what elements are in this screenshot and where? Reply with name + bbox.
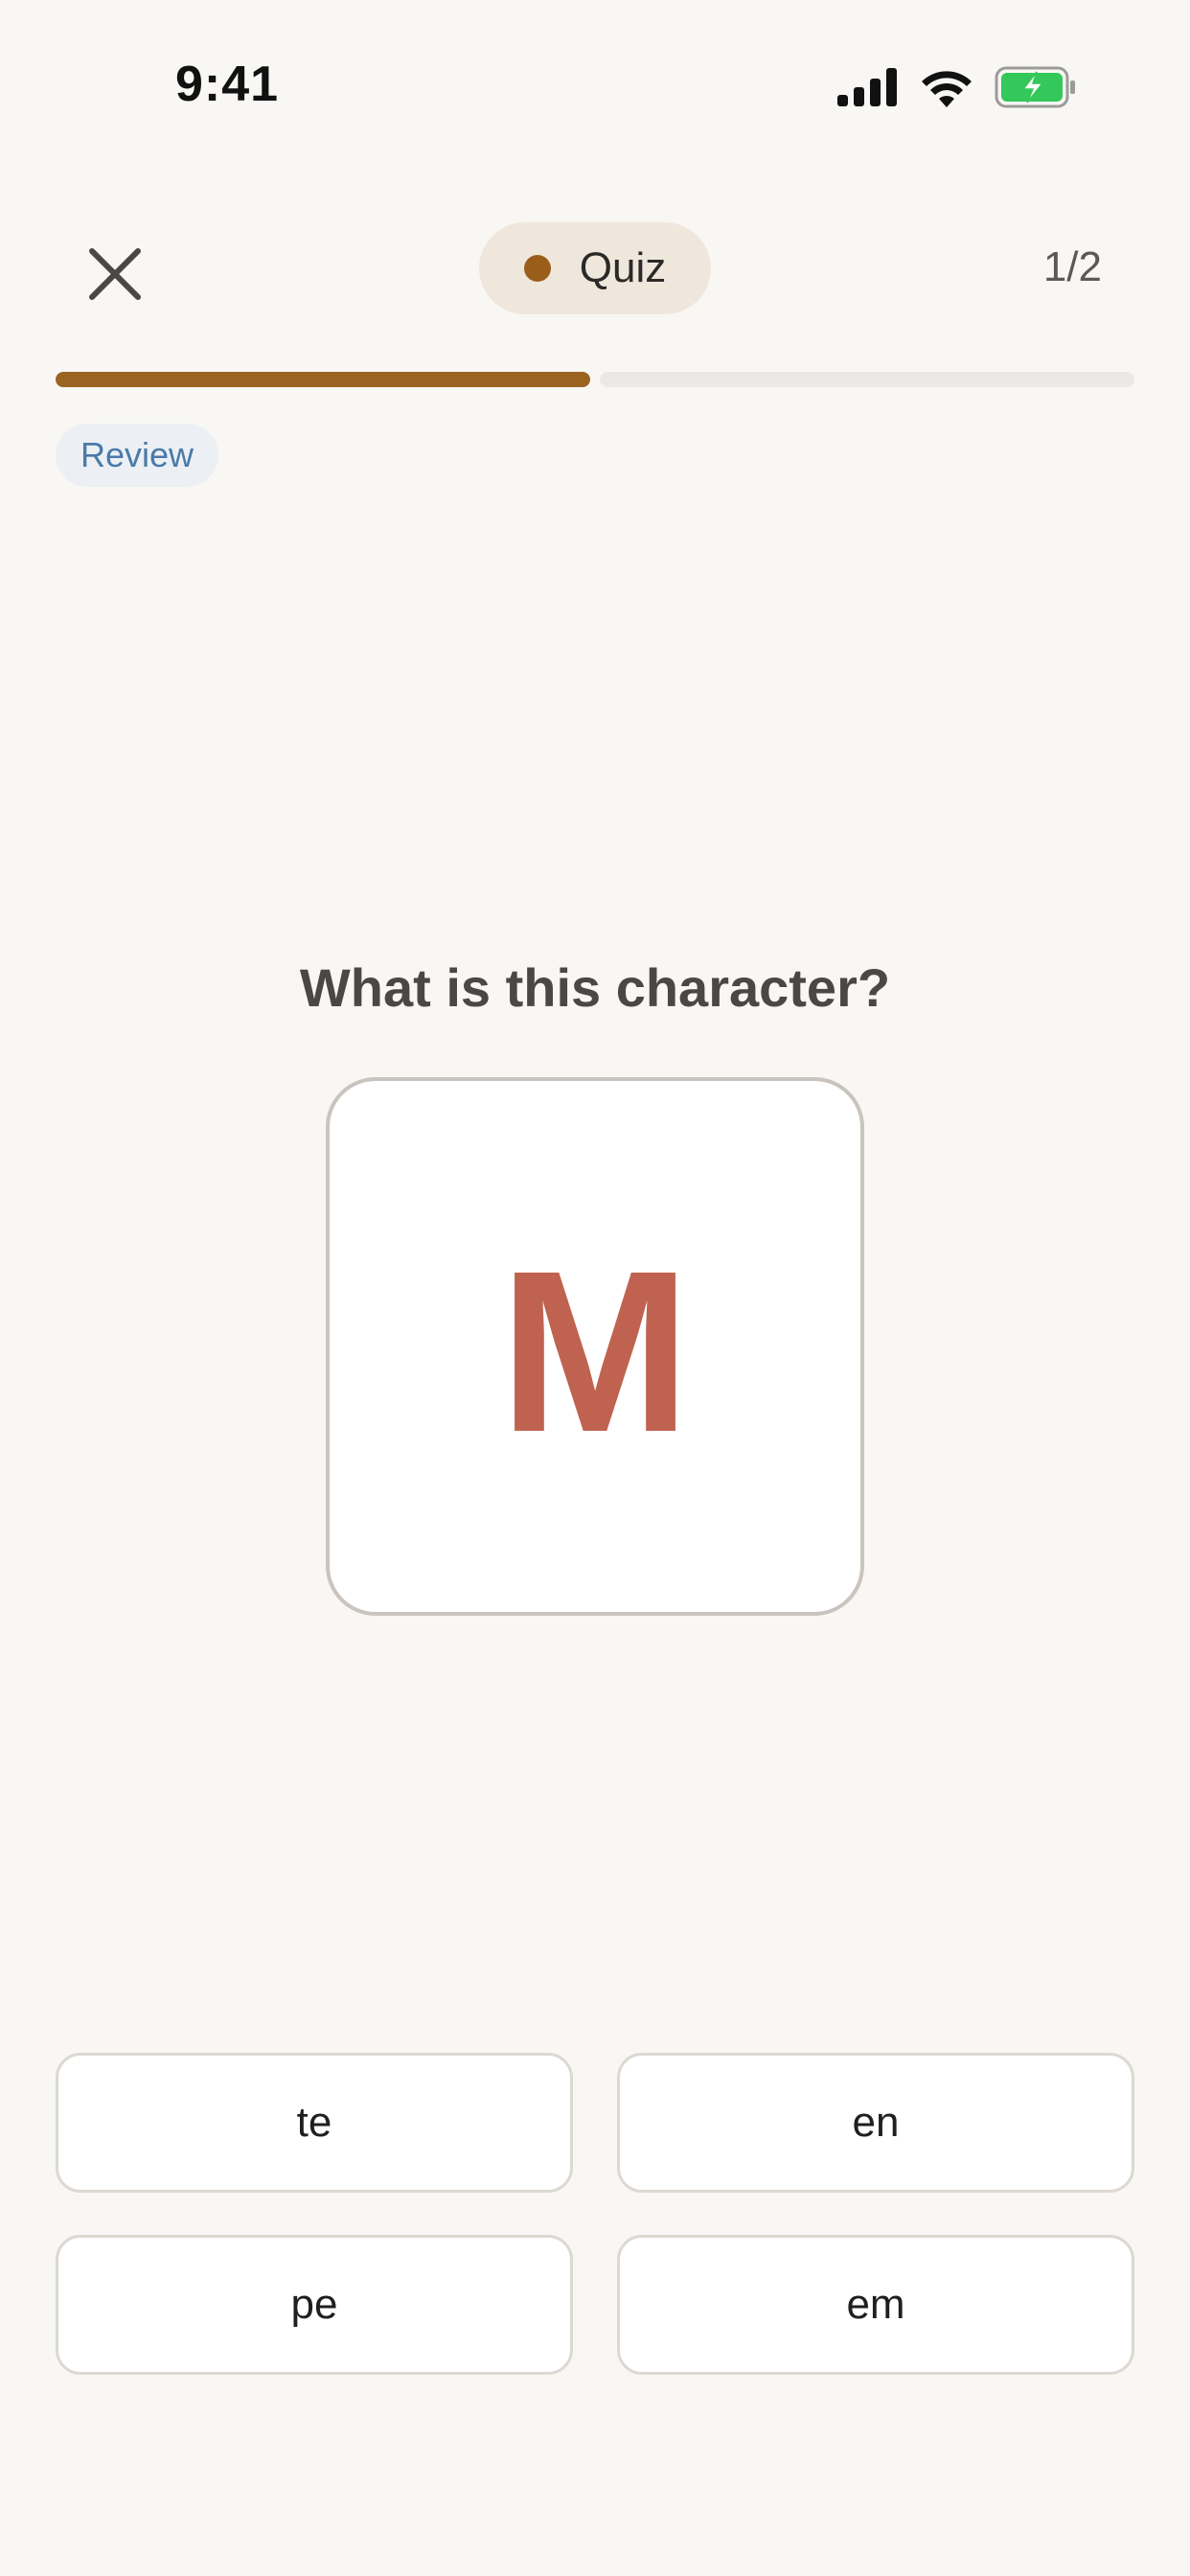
answer-option-en[interactable]: en	[617, 2053, 1134, 2193]
quiz-screen: 9:41 Quiz 1/2 Review What is this charac…	[0, 0, 1190, 2576]
wifi-icon	[920, 67, 973, 107]
status-icons	[837, 63, 1077, 111]
character-card: M	[326, 1077, 864, 1616]
progress-segment	[56, 372, 590, 387]
answer-option-te[interactable]: te	[56, 2053, 573, 2193]
review-badge: Review	[56, 424, 218, 487]
character-glyph: M	[499, 1223, 691, 1480]
mode-label: Quiz	[579, 244, 667, 291]
status-bar: 9:41	[0, 0, 1190, 172]
answer-option-em[interactable]: em	[617, 2235, 1134, 2375]
close-icon	[89, 248, 141, 300]
close-button[interactable]	[80, 240, 149, 309]
question-prompt: What is this character?	[299, 957, 891, 1018]
mode-pill: Quiz	[479, 222, 711, 314]
mode-dot-icon	[523, 255, 551, 282]
progress-segment	[600, 372, 1134, 387]
progress-bar	[56, 372, 1134, 387]
status-time: 9:41	[175, 57, 280, 112]
answer-options: te en pe em	[56, 2053, 1134, 2375]
answer-option-pe[interactable]: pe	[56, 2235, 573, 2375]
battery-charging-icon	[995, 66, 1077, 108]
progress-count: 1/2	[1042, 243, 1102, 290]
cellular-signal-icon	[837, 68, 899, 106]
quiz-header: Quiz 1/2	[0, 222, 1190, 314]
